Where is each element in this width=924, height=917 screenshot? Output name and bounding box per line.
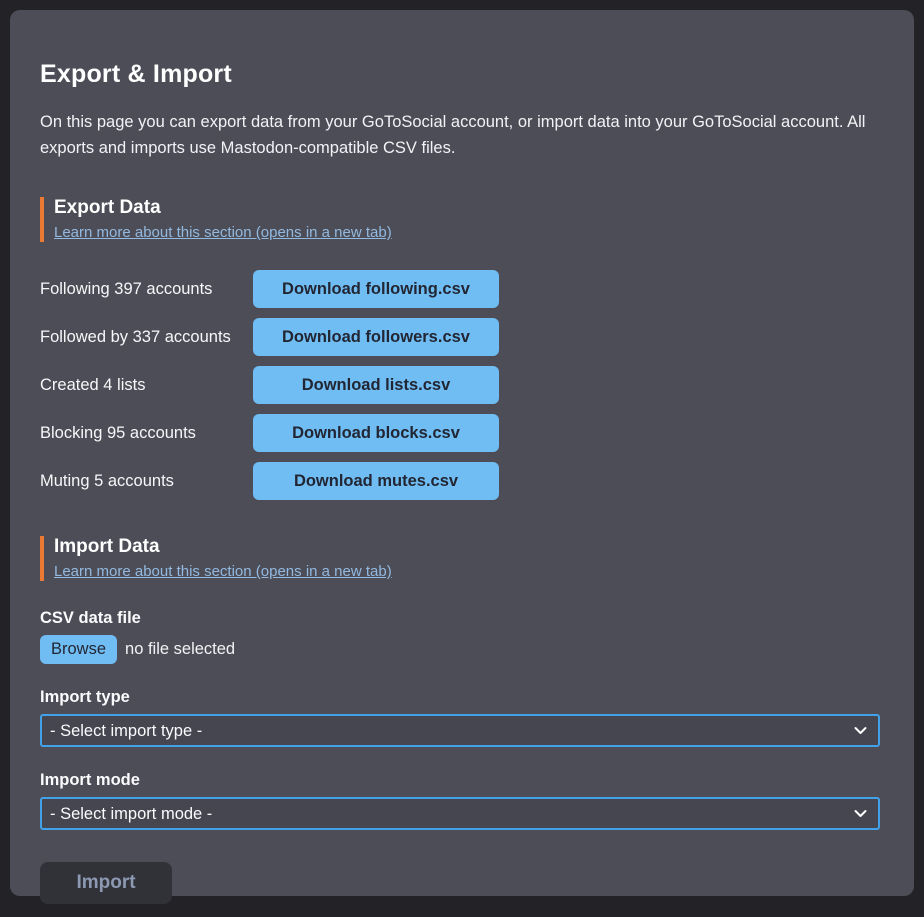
import-type-select-wrap: - Select import type - [40, 714, 880, 747]
export-learn-more-link[interactable]: Learn more about this section (opens in … [54, 224, 392, 241]
import-section-title: Import Data [54, 536, 884, 558]
followers-count-label: Followed by 337 accounts [40, 328, 253, 347]
following-count-label: Following 397 accounts [40, 280, 253, 299]
import-submit-button[interactable]: Import [40, 862, 172, 904]
export-row-followers: Followed by 337 accounts Download follow… [40, 318, 884, 356]
export-row-mutes: Muting 5 accounts Download mutes.csv [40, 462, 884, 500]
page-description: On this page you can export data from yo… [40, 109, 884, 161]
download-blocks-button[interactable]: Download blocks.csv [253, 414, 499, 452]
browse-button[interactable]: Browse [40, 635, 117, 664]
lists-count-label: Created 4 lists [40, 376, 253, 395]
download-mutes-button[interactable]: Download mutes.csv [253, 462, 499, 500]
export-row-lists: Created 4 lists Download lists.csv [40, 366, 884, 404]
export-row-blocks: Blocking 95 accounts Download blocks.csv [40, 414, 884, 452]
import-section: Import Data Learn more about this sectio… [40, 536, 884, 904]
page-title: Export & Import [40, 60, 884, 89]
no-file-selected-text: no file selected [125, 640, 235, 659]
import-type-label: Import type [40, 688, 884, 707]
import-mode-select[interactable]: - Select import mode - [40, 797, 880, 830]
export-section: Export Data Learn more about this sectio… [40, 197, 884, 500]
blocks-count-label: Blocking 95 accounts [40, 424, 253, 443]
import-mode-label: Import mode [40, 771, 884, 790]
import-type-select[interactable]: - Select import type - [40, 714, 880, 747]
mutes-count-label: Muting 5 accounts [40, 472, 253, 491]
export-import-panel: Export & Import On this page you can exp… [10, 10, 914, 896]
import-section-header: Import Data Learn more about this sectio… [40, 536, 884, 581]
csv-file-input: Browse no file selected [40, 635, 884, 664]
csv-file-label: CSV data file [40, 609, 884, 628]
import-learn-more-link[interactable]: Learn more about this section (opens in … [54, 563, 392, 580]
import-mode-select-wrap: - Select import mode - [40, 797, 880, 830]
export-row-following: Following 397 accounts Download followin… [40, 270, 884, 308]
export-section-title: Export Data [54, 197, 884, 219]
download-lists-button[interactable]: Download lists.csv [253, 366, 499, 404]
download-following-button[interactable]: Download following.csv [253, 270, 499, 308]
export-section-header: Export Data Learn more about this sectio… [40, 197, 884, 242]
download-followers-button[interactable]: Download followers.csv [253, 318, 499, 356]
